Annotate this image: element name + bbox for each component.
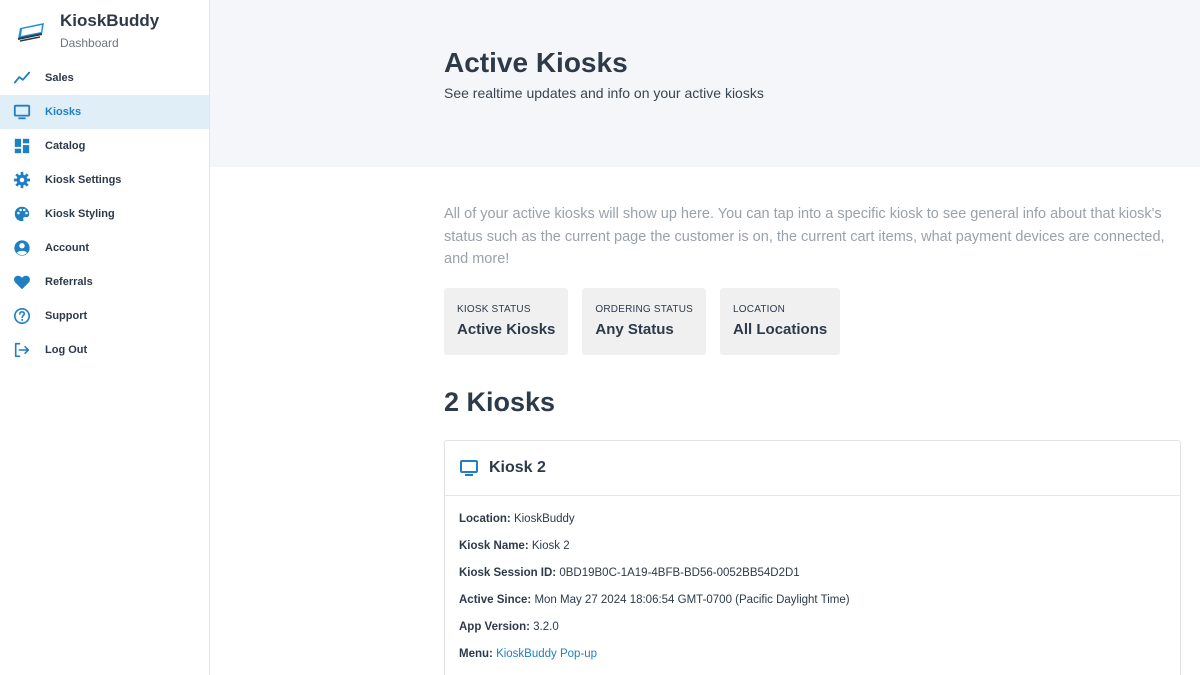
- kiosk-card-title: Kiosk 2: [489, 459, 546, 476]
- kiosk-count: 2 Kiosks: [444, 387, 556, 417]
- filter-label: KIOSK STATUS: [457, 304, 531, 315]
- logout-icon: [12, 340, 32, 360]
- sidebar-item-label: Support: [45, 310, 88, 322]
- detail-value: Mon May 27 2024 18:06:54 GMT-0700 (Pacif…: [534, 594, 850, 606]
- kiosk-logo-icon: [17, 23, 44, 42]
- sidebar-nav: Sales Kiosks Catalog Kiosk Settings Kios…: [0, 61, 209, 367]
- monitor-icon: [460, 460, 478, 476]
- sidebar-item-referrals[interactable]: Referrals: [0, 265, 209, 299]
- sidebar-item-account[interactable]: Account: [0, 231, 209, 265]
- sidebar-item-label: Kiosks: [45, 106, 82, 118]
- filter-value: All Locations: [733, 321, 828, 338]
- grid-icon: [12, 136, 32, 156]
- filter-kiosk-status[interactable]: KIOSK STATUS Active Kiosks: [444, 288, 569, 355]
- chart-line-icon: [12, 68, 32, 88]
- sidebar-item-label: Referrals: [45, 276, 93, 288]
- page-title: Active Kiosks: [444, 47, 628, 78]
- sidebar-item-label: Kiosk Settings: [45, 174, 122, 186]
- sidebar-item-sales[interactable]: Sales: [0, 61, 209, 95]
- sidebar-item-support[interactable]: Support: [0, 299, 209, 333]
- menu-link[interactable]: KioskBuddy Pop-up: [496, 648, 597, 660]
- filter-bar: KIOSK STATUS Active Kiosks ORDERING STAT…: [444, 288, 841, 355]
- detail-label: App Version:: [459, 621, 530, 633]
- detail-label: Location:: [459, 513, 511, 525]
- sidebar-item-label: Sales: [45, 72, 74, 84]
- sidebar-item-label: Log Out: [45, 344, 88, 356]
- kiosk-detail-session-id: Kiosk Session ID: 0BD19B0C-1A19-4BFB-BD5…: [459, 566, 1166, 593]
- detail-value: 0BD19B0C-1A19-4BFB-BD56-0052BB54D2D1: [559, 567, 800, 579]
- detail-label: Menu:: [459, 648, 493, 660]
- sidebar-item-kiosks[interactable]: Kiosks: [0, 95, 209, 129]
- kiosk-card[interactable]: Kiosk 2 Location: KioskBuddy Kiosk Name:…: [444, 440, 1181, 675]
- detail-value: Kiosk 2: [531, 540, 570, 552]
- app-title: KioskBuddy: [60, 11, 160, 30]
- filter-label: ORDERING STATUS: [595, 304, 694, 315]
- filter-location[interactable]: LOCATION All Locations: [720, 288, 841, 355]
- sidebar-item-label: Account: [45, 242, 89, 254]
- sidebar: KioskBuddy Dashboard Sales Kiosks Catalo…: [0, 0, 210, 675]
- kiosk-detail-active-since: Active Since: Mon May 27 2024 18:06:54 G…: [459, 593, 1166, 620]
- detail-label: Kiosk Session ID:: [459, 567, 557, 579]
- heart-icon: [12, 272, 32, 292]
- page-header: Active Kiosks See realtime updates and i…: [210, 0, 1200, 167]
- detail-label: Active Since:: [459, 594, 532, 606]
- kiosk-card-body: Location: KioskBuddy Kiosk Name: Kiosk 2…: [445, 496, 1180, 674]
- sidebar-item-catalog[interactable]: Catalog: [0, 129, 209, 163]
- filter-ordering-status[interactable]: ORDERING STATUS Any Status: [582, 288, 707, 355]
- kiosk-card-header[interactable]: Kiosk 2: [445, 441, 1180, 496]
- sidebar-item-label: Kiosk Styling: [45, 208, 115, 220]
- kiosk-detail-menu: Menu: KioskBuddy Pop-up: [459, 647, 1166, 674]
- kiosk-detail-name: Kiosk Name: Kiosk 2: [459, 539, 1166, 566]
- kiosk-detail-location: Location: KioskBuddy: [459, 512, 1166, 539]
- gear-icon: [12, 170, 32, 190]
- monitor-icon: [12, 102, 32, 122]
- palette-icon: [12, 204, 32, 224]
- app-subtitle: Dashboard: [60, 36, 119, 50]
- detail-value: 3.2.0: [533, 621, 559, 633]
- sidebar-item-log-out[interactable]: Log Out: [0, 333, 209, 367]
- filter-value: Active Kiosks: [457, 321, 556, 338]
- detail-label: Kiosk Name:: [459, 540, 529, 552]
- filter-label: LOCATION: [733, 304, 786, 315]
- intro-text: All of your active kiosks will show up h…: [444, 206, 1165, 267]
- sidebar-item-kiosk-styling[interactable]: Kiosk Styling: [0, 197, 209, 231]
- sidebar-item-kiosk-settings[interactable]: Kiosk Settings: [0, 163, 209, 197]
- kiosk-detail-app-version: App Version: 3.2.0: [459, 620, 1166, 647]
- sidebar-item-label: Catalog: [45, 140, 86, 152]
- filter-value: Any Status: [595, 321, 674, 338]
- question-circle-icon: [12, 306, 32, 326]
- user-circle-icon: [12, 238, 32, 258]
- brand[interactable]: KioskBuddy Dashboard: [0, 0, 209, 60]
- page-subtitle: See realtime updates and info on your ac…: [444, 85, 764, 101]
- detail-value: KioskBuddy: [513, 513, 575, 525]
